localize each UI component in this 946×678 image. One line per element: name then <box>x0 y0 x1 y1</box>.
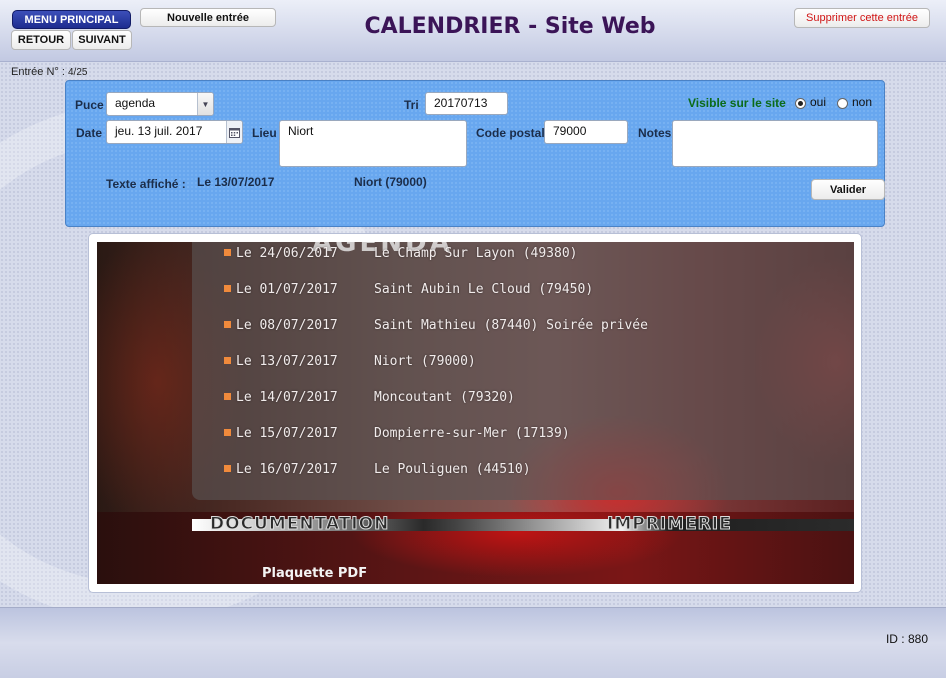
agenda-item: Le 24/06/2017 Le Champ Sur Layon (49380) <box>224 246 578 262</box>
lieu-label: Lieu <box>252 126 277 140</box>
visible-oui-radio[interactable] <box>795 98 806 109</box>
notes-label: Notes <box>638 126 672 140</box>
agenda-item-date: Le 01/07/2017 <box>236 282 338 297</box>
entry-counter-value: 4/25 <box>67 67 88 78</box>
bullet-icon <box>224 249 231 256</box>
texte-affiche-date: Le 13/07/2017 <box>197 175 275 189</box>
code-postal-field-value: 79000 <box>553 124 587 138</box>
preview-plaquette-link: Plaquette PDF <box>262 566 368 581</box>
visible-non-radio[interactable] <box>837 98 848 109</box>
nouvelle-entree-button[interactable]: Nouvelle entrée <box>140 8 276 27</box>
date-field[interactable]: jeu. 13 juil. 2017 <box>106 120 243 144</box>
code-postal-label: Code postal <box>476 126 545 140</box>
lieu-field-value: Niort <box>288 124 314 138</box>
agenda-item: Le 08/07/2017 Saint Mathieu (87440) Soiré… <box>224 318 648 334</box>
date-field-value: jeu. 13 juil. 2017 <box>115 124 203 138</box>
agenda-item-place: Niort (79000) <box>374 354 476 369</box>
agenda-item-place: Dompierre-sur-Mer (17139) <box>374 426 570 441</box>
lieu-field[interactable]: Niort <box>279 120 467 167</box>
agenda-item-date: Le 16/07/2017 <box>236 462 338 477</box>
footer-bar: ID : 880 <box>0 607 946 678</box>
menu-principal-button[interactable]: MENU PRINCIPAL <box>12 10 131 29</box>
suivant-button[interactable]: SUIVANT <box>72 30 132 50</box>
entry-counter: Entrée N° : 4/25 <box>11 66 87 78</box>
header-bar: MENU PRINCIPAL RETOUR SUIVANT Nouvelle e… <box>0 0 946 62</box>
bullet-icon <box>224 285 231 292</box>
visible-non-label: non <box>852 95 873 109</box>
bullet-icon <box>224 465 231 472</box>
agenda-item-place: Saint Aubin Le Cloud (79450) <box>374 282 594 297</box>
chevron-down-icon[interactable]: ▼ <box>197 93 213 115</box>
site-preview-frame: AGENDA Le 24/06/2017 Le Champ Sur Layon (… <box>88 233 862 593</box>
preview-menu-documentation: DOCUMENTATION <box>209 514 390 535</box>
notes-field[interactable] <box>672 120 878 167</box>
agenda-item-place: Le Champ Sur Layon (49380) <box>374 246 578 261</box>
bullet-icon <box>224 429 231 436</box>
puce-select-value: agenda <box>115 96 156 110</box>
agenda-item-date: Le 13/07/2017 <box>236 354 338 369</box>
main-area: Entrée N° : 4/25 Puce agenda ▼ Tri 20170… <box>0 62 946 607</box>
tri-field-value: 20170713 <box>434 96 488 110</box>
retour-button[interactable]: RETOUR <box>11 30 71 50</box>
entry-form-panel: Puce agenda ▼ Tri 20170713 Visible sur l… <box>65 80 885 227</box>
visible-label: Visible sur le site <box>688 96 786 110</box>
record-id: ID : 880 <box>885 632 928 646</box>
agenda-item: Le 16/07/2017 Le Pouliguen (44510) <box>224 462 531 478</box>
valider-button[interactable]: Valider <box>811 179 885 200</box>
supprimer-entree-button[interactable]: Supprimer cette entrée <box>794 8 930 28</box>
agenda-item-place: Le Pouliguen (44510) <box>374 462 531 477</box>
preview-menu-imprimerie: IMPRIMERIE <box>607 514 732 535</box>
bullet-icon <box>224 393 231 400</box>
site-preview-image: AGENDA Le 24/06/2017 Le Champ Sur Layon (… <box>97 242 854 584</box>
agenda-item-place: Saint Mathieu (87440) Soirée privée <box>374 318 648 333</box>
visible-oui-label: oui <box>810 95 827 109</box>
tri-label: Tri <box>404 98 419 112</box>
agenda-item-date: Le 14/07/2017 <box>236 390 338 405</box>
tri-field[interactable]: 20170713 <box>425 92 508 115</box>
bullet-icon <box>224 357 231 364</box>
agenda-item-date: Le 24/06/2017 <box>236 246 338 261</box>
calendar-icon[interactable] <box>226 121 242 143</box>
entry-counter-label: Entrée N° : <box>11 66 65 78</box>
texte-affiche-lieu: Niort (79000) <box>354 175 427 189</box>
agenda-item-date: Le 08/07/2017 <box>236 318 338 333</box>
agenda-item: Le 14/07/2017 Moncoutant (79320) <box>224 390 515 406</box>
page-title: CALENDRIER - Site Web <box>364 14 656 39</box>
agenda-item: Le 01/07/2017 Saint Aubin Le Cloud (79450… <box>224 282 593 298</box>
puce-select[interactable]: agenda ▼ <box>106 92 214 116</box>
agenda-item-place: Moncoutant (79320) <box>374 390 515 405</box>
texte-affiche-label: Texte affiché : <box>106 177 186 191</box>
date-label: Date <box>76 126 103 140</box>
agenda-item: Le 13/07/2017 Niort (79000) <box>224 354 476 370</box>
agenda-item: Le 15/07/2017 Dompierre-sur-Mer (17139) <box>224 426 570 442</box>
agenda-item-date: Le 15/07/2017 <box>236 426 338 441</box>
bullet-icon <box>224 321 231 328</box>
code-postal-field[interactable]: 79000 <box>544 120 628 144</box>
puce-label: Puce <box>75 98 104 112</box>
